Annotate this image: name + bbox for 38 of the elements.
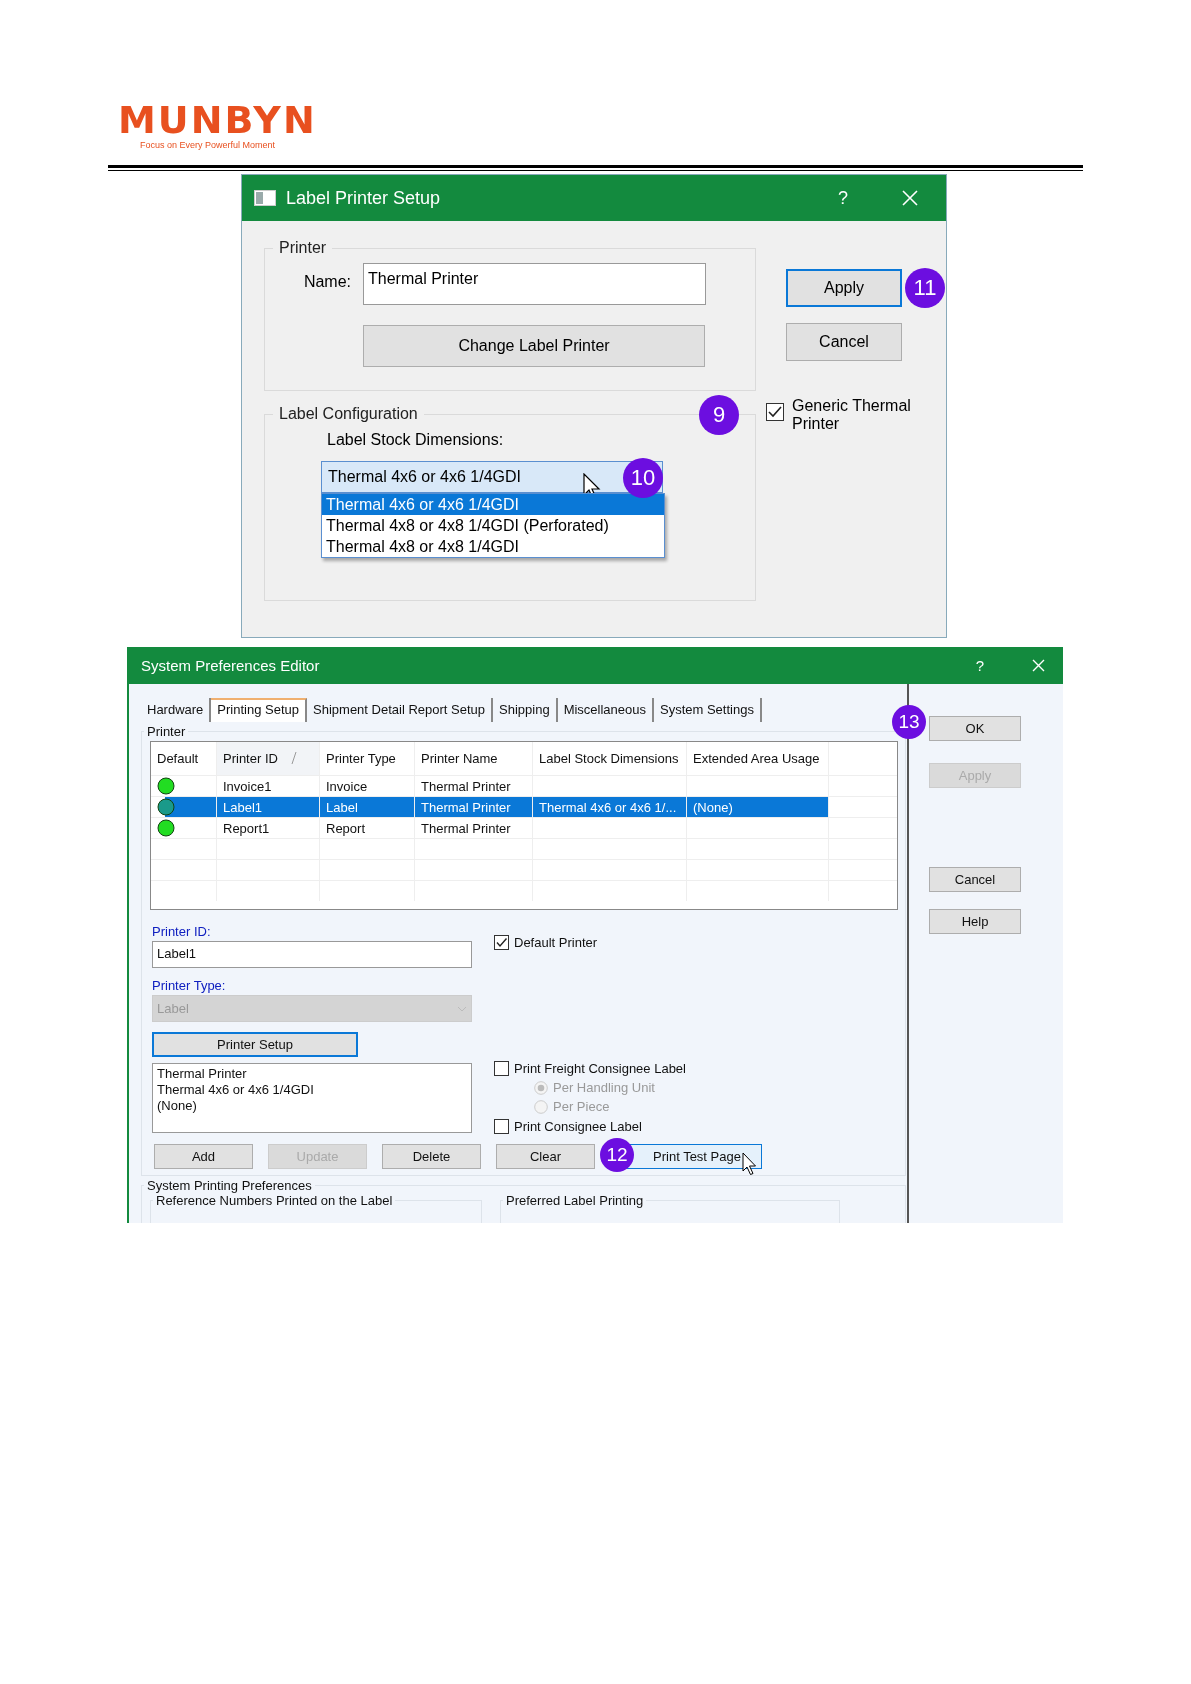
checkbox-label: Print Consignee Label — [514, 1118, 642, 1134]
table-cell: Label — [319, 797, 414, 817]
window-title: System Preferences Editor — [141, 657, 321, 674]
table-cell: Invoice1 — [216, 776, 319, 796]
checkbox-label: Print Freight Consignee Label — [514, 1060, 686, 1076]
table-cell: Thermal 4x6 or 4x6 1/... — [532, 797, 686, 817]
field-label: Printer ID: — [152, 924, 212, 939]
window-title: Label Printer Setup — [286, 187, 442, 209]
group-label: System Printing Preferences — [146, 1178, 313, 1193]
table-cell: (None) — [686, 797, 828, 817]
table-cell: Thermal Printer — [414, 776, 532, 796]
brand-logo: MUNBYN — [118, 100, 317, 140]
checkbox-label: Default Printer — [514, 934, 598, 950]
group-label: Preferred Label Printing — [505, 1193, 645, 1208]
radio-label: Per Handling Unit — [553, 1080, 655, 1095]
group-label: Printer — [146, 724, 187, 739]
summary-line: (None) — [157, 1098, 198, 1114]
group-label: Reference Numbers Printed on the Label — [155, 1193, 394, 1208]
field-label: Label Stock Dimensions: — [327, 431, 505, 449]
table-cell: Invoice — [319, 776, 414, 796]
table-cell: Label1 — [216, 797, 319, 817]
table-cell: Report — [319, 818, 414, 838]
group-label: Label Configuration — [278, 405, 419, 423]
callout-badge: 12 — [600, 1138, 634, 1172]
table-cell: Thermal Printer — [414, 797, 532, 817]
field-label: Name: — [302, 273, 351, 291]
logo-tagline: Focus on Every Powerful Moment — [140, 140, 276, 151]
summary-line: Thermal Printer — [157, 1066, 248, 1082]
callout-badge: 11 — [905, 268, 945, 308]
callout-badge: 9 — [699, 395, 739, 435]
callout-badge: 13 — [892, 705, 926, 739]
field-label: Printer Type: — [152, 978, 227, 993]
table-cell: Report1 — [216, 818, 319, 838]
table-cell: Thermal Printer — [414, 818, 532, 838]
group-label: Printer — [278, 239, 328, 257]
summary-line: Thermal 4x6 or 4x6 1/4GDI — [157, 1082, 315, 1098]
radio-label: Per Piece — [553, 1099, 610, 1114]
checkbox-label: Generic Thermal Printer — [792, 397, 912, 433]
